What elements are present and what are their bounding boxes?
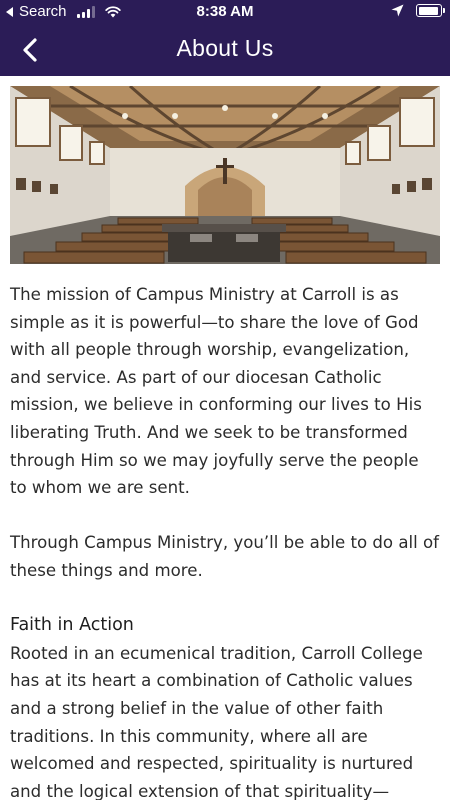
nav-bar: About Us [0,24,450,76]
faith-in-action-paragraph: Rooted in an ecumenical tradition, Carro… [10,643,423,800]
battery-icon [416,4,445,17]
clock: 8:38 AM [196,3,254,20]
status-right [391,4,445,17]
location-arrow-icon [391,4,404,17]
chapel-hero-image [10,86,440,264]
about-text: The mission of Campus Ministry at Carrol… [10,281,440,800]
status-bar: Search 8:38 AM [0,0,450,24]
page-title: About Us [176,35,274,61]
header-bar: Search 8:38 AM About Us [0,0,450,76]
campus-ministry-paragraph: Through Campus Ministry, you’ll be able … [10,533,440,580]
about-content[interactable]: The mission of Campus Ministry at Carrol… [0,76,450,800]
mission-paragraph: The mission of Campus Ministry at Carrol… [10,285,422,498]
screen: Search 8:38 AM About Us The mission of C… [0,0,450,800]
faith-in-action-heading: Faith in Action [10,615,134,636]
